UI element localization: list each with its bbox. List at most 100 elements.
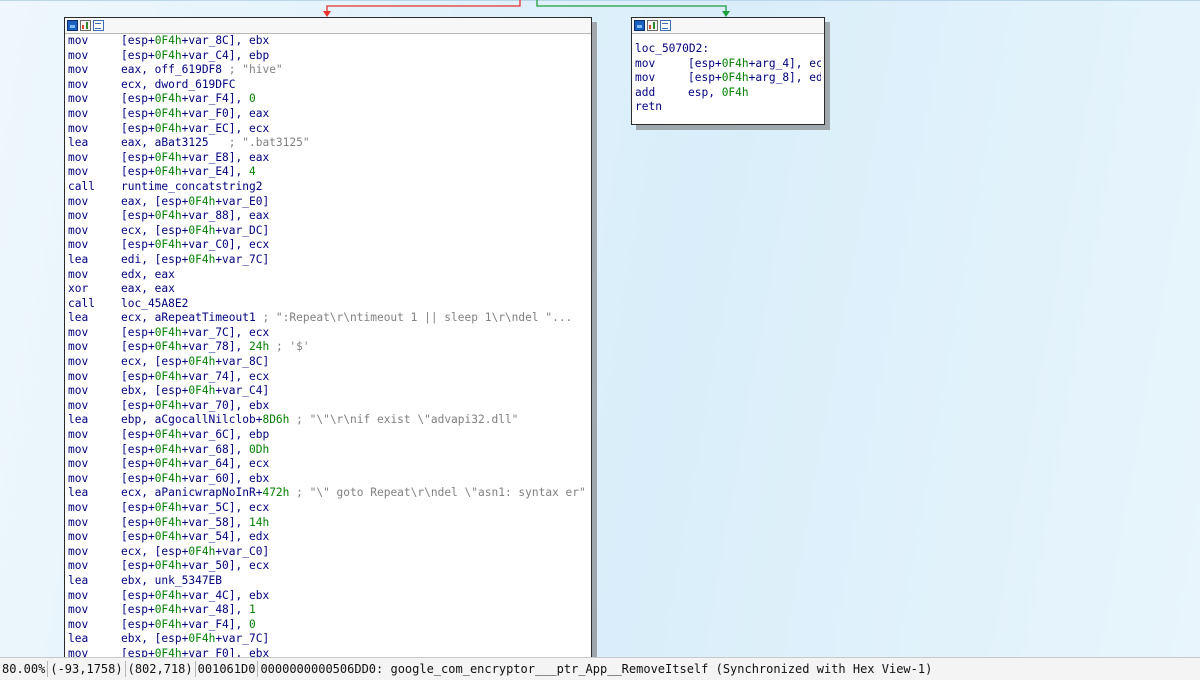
instruction-line[interactable]: mov ecx, [esp+0F4h+var_8C] (68, 355, 588, 370)
instruction-line[interactable]: mov [esp+0F4h+var_58], 14h (68, 516, 588, 531)
operand[interactable]: [esp+0F4h+var_70], ebx (121, 399, 269, 412)
instruction-line[interactable]: mov [esp+0F4h+arg_4], ecx (635, 57, 821, 72)
instruction-line[interactable]: lea ecx, aPanicwrapNoInR+472h ; "\" goto … (68, 486, 588, 501)
instruction-line[interactable]: lea eax, aBat3125 ; ".bat3125" (68, 136, 588, 151)
operand[interactable]: [esp+0F4h+var_F0], eax (121, 107, 269, 120)
operand[interactable]: [esp+0F4h+var_68], 0Dh (121, 443, 269, 456)
instruction-line[interactable]: mov [esp+0F4h+var_EC], ecx (68, 122, 588, 137)
instruction-line[interactable]: mov ecx, [esp+0F4h+var_DC] (68, 224, 588, 239)
operand[interactable]: [esp+0F4h+var_5C], ecx (121, 501, 269, 514)
operand[interactable]: [esp+0F4h+var_64], ecx (121, 457, 269, 470)
operand[interactable]: ebx, unk_5347EB (121, 574, 222, 587)
instruction-line[interactable]: mov [esp+0F4h+var_68], 0Dh (68, 443, 588, 458)
instruction-line[interactable]: retn (635, 100, 821, 115)
graph-view[interactable]: mov [esp+0F4h+var_8C], ebx mov [esp+0F4h+va… (0, 0, 1200, 657)
instruction-line[interactable]: mov [esp+0F4h+var_74], ecx (68, 370, 588, 385)
operand[interactable]: [esp+0F4h+var_7C], ecx (121, 326, 269, 339)
instruction-line[interactable]: mov [esp+0F4h+var_8C], ebx (68, 34, 588, 49)
instruction-line[interactable]: mov [esp+0F4h+arg_8], edx (635, 71, 821, 86)
text-icon[interactable] (93, 20, 104, 31)
instruction-line[interactable]: mov eax, off_619DF8 ; "hive" (68, 63, 588, 78)
operand[interactable]: ebp, aCgocallNilclob+8D6h (121, 413, 289, 426)
operand[interactable]: ebx, [esp+0F4h+var_7C] (121, 632, 269, 645)
instruction-line[interactable]: lea ebx, [esp+0F4h+var_7C] (68, 632, 588, 647)
operand[interactable]: ecx, [esp+0F4h+var_C0] (121, 545, 269, 558)
graph-icon[interactable] (67, 20, 78, 31)
operand[interactable]: [esp+0F4h+var_48], 1 (121, 603, 256, 616)
instruction-line[interactable]: mov [esp+0F4h+var_64], ecx (68, 457, 588, 472)
instruction-line[interactable]: call loc_45A8E2 (68, 297, 588, 312)
operand[interactable]: [esp+0F4h+var_C0], ecx (121, 238, 269, 251)
code-block-main[interactable]: mov [esp+0F4h+var_8C], ebx mov [esp+0F4h+va… (64, 17, 592, 657)
instruction-line[interactable]: mov [esp+0F4h+var_70], ebx (68, 399, 588, 414)
operand[interactable]: [esp+0F4h+var_6C], ebp (121, 428, 269, 441)
operand[interactable]: ebx, [esp+0F4h+var_C4] (121, 384, 269, 397)
instruction-line[interactable]: mov [esp+0F4h+var_F0], eax (68, 107, 588, 122)
operand[interactable]: [esp+0F4h+var_60], ebx (121, 472, 269, 485)
operand[interactable]: [esp+0F4h+arg_8], edx (688, 71, 821, 84)
operand[interactable]: [esp+0F4h+var_54], edx (121, 530, 269, 543)
code-block-loc-5070d2[interactable]: loc_5070D2: mov [esp+0F4h+arg_4], ecx mov [… (631, 17, 825, 125)
operand[interactable]: ecx, dword_619DFC (121, 78, 236, 91)
instruction-line[interactable]: mov [esp+0F4h+var_7C], ecx (68, 326, 588, 341)
instruction-line[interactable]: mov edx, eax (68, 268, 588, 283)
operand[interactable]: [esp+0F4h+var_50], ecx (121, 559, 269, 572)
operand[interactable]: [esp+0F4h+var_78], 24h (121, 340, 269, 353)
operand[interactable]: [esp+0F4h+var_F0], ebx (121, 647, 269, 657)
operand[interactable]: [esp+0F4h+var_88], eax (121, 209, 269, 222)
operand[interactable]: ecx, aRepeatTimeout1 (121, 311, 256, 324)
instruction-line[interactable]: mov [esp+0F4h+var_88], eax (68, 209, 588, 224)
operand[interactable]: ecx, [esp+0F4h+var_8C] (121, 355, 269, 368)
instruction-line[interactable]: mov eax, [esp+0F4h+var_E0] (68, 195, 588, 210)
operand[interactable]: [esp+0F4h+arg_4], ecx (688, 57, 821, 70)
instruction-line[interactable]: lea edi, [esp+0F4h+var_7C] (68, 253, 588, 268)
chart-icon[interactable] (80, 20, 91, 31)
instruction-line[interactable]: mov [esp+0F4h+var_48], 1 (68, 603, 588, 618)
operand[interactable]: [esp+0F4h+var_F4], 0 (121, 618, 256, 631)
instruction-line[interactable]: mov ebx, [esp+0F4h+var_C4] (68, 384, 588, 399)
operand[interactable]: ecx, aPanicwrapNoInR+472h (121, 486, 289, 499)
operand[interactable]: [esp+0F4h+var_E4], 4 (121, 165, 256, 178)
graph-icon[interactable] (634, 20, 645, 31)
instruction-line[interactable]: mov [esp+0F4h+var_F4], 0 (68, 618, 588, 633)
instruction-line[interactable]: mov ecx, dword_619DFC (68, 78, 588, 93)
operand[interactable]: eax, eax (121, 282, 175, 295)
operand[interactable]: runtime_concatstring2 (121, 180, 262, 193)
instruction-line[interactable]: mov [esp+0F4h+var_C4], ebp (68, 49, 588, 64)
instruction-line[interactable]: mov [esp+0F4h+var_E4], 4 (68, 165, 588, 180)
instruction-line[interactable]: mov [esp+0F4h+var_C0], ecx (68, 238, 588, 253)
operand[interactable]: [esp+0F4h+var_C4], ebp (121, 49, 269, 62)
operand[interactable]: eax, aBat3125 (121, 136, 209, 149)
operand[interactable]: eax, off_619DF8 (121, 63, 222, 76)
instruction-line[interactable]: lea ecx, aRepeatTimeout1 ; ":Repeat\r\nti… (68, 311, 588, 326)
operand[interactable]: edi, [esp+0F4h+var_7C] (121, 253, 269, 266)
instruction-line[interactable]: lea ebx, unk_5347EB (68, 574, 588, 589)
instruction-line[interactable]: mov [esp+0F4h+var_60], ebx (68, 472, 588, 487)
chart-icon[interactable] (647, 20, 658, 31)
operand[interactable]: [esp+0F4h+var_4C], ebx (121, 589, 269, 602)
instruction-line[interactable]: add esp, 0F4h (635, 86, 821, 101)
operand[interactable]: [esp+0F4h+var_74], ecx (121, 370, 269, 383)
instruction-line[interactable]: mov [esp+0F4h+var_F0], ebx (68, 647, 588, 657)
operand[interactable]: [esp+0F4h+var_F4], 0 (121, 92, 256, 105)
instruction-line[interactable]: mov [esp+0F4h+var_F4], 0 (68, 92, 588, 107)
operand[interactable]: [esp+0F4h+var_58], 14h (121, 516, 269, 529)
operand[interactable]: esp, 0F4h (688, 86, 749, 99)
code-label[interactable]: loc_5070D2: (635, 42, 821, 57)
instruction-line[interactable]: mov [esp+0F4h+var_5C], ecx (68, 501, 588, 516)
disassembly-listing[interactable]: mov [esp+0F4h+var_8C], ebx mov [esp+0F4h+va… (65, 34, 591, 657)
instruction-line[interactable]: mov [esp+0F4h+var_78], 24h ; '$' (68, 340, 588, 355)
instruction-line[interactable]: mov [esp+0F4h+var_4C], ebx (68, 589, 588, 604)
instruction-line[interactable]: xor eax, eax (68, 282, 588, 297)
instruction-line[interactable]: mov [esp+0F4h+var_50], ecx (68, 559, 588, 574)
operand[interactable]: edx, eax (121, 268, 175, 281)
operand[interactable]: loc_45A8E2 (121, 297, 188, 310)
operand[interactable]: eax, [esp+0F4h+var_E0] (121, 195, 269, 208)
operand[interactable]: [esp+0F4h+var_8C], ebx (121, 34, 269, 47)
text-icon[interactable] (660, 20, 671, 31)
operand[interactable]: [esp+0F4h+var_E8], eax (121, 151, 269, 164)
instruction-line[interactable]: mov [esp+0F4h+var_6C], ebp (68, 428, 588, 443)
instruction-line[interactable]: lea ebp, aCgocallNilclob+8D6h ; "\"\r\nif… (68, 413, 588, 428)
operand[interactable]: ecx, [esp+0F4h+var_DC] (121, 224, 269, 237)
instruction-line[interactable]: call runtime_concatstring2 (68, 180, 588, 195)
